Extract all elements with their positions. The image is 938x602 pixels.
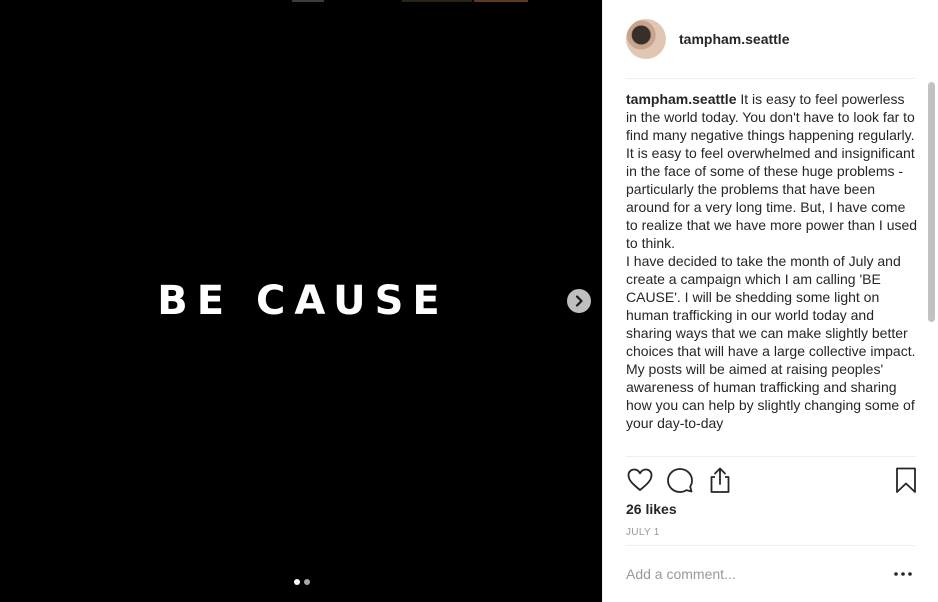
post-details-panel: tampham.seattle tampham.seattle It is ea… <box>602 0 938 602</box>
caption-paragraph-2: I have decided to take the month of July… <box>626 253 916 359</box>
ellipsis-icon <box>894 572 912 576</box>
like-button[interactable] <box>625 465 655 495</box>
comment-divider <box>626 545 916 546</box>
chevron-right-icon <box>575 295 583 307</box>
comment-input[interactable] <box>626 562 876 586</box>
comment-button[interactable] <box>665 465 695 495</box>
more-options-button[interactable] <box>893 566 913 582</box>
save-button[interactable] <box>891 465 921 495</box>
actions-divider <box>626 456 916 457</box>
avatar[interactable] <box>626 19 666 59</box>
like-count[interactable]: 26 likes <box>626 501 677 517</box>
header-username[interactable]: tampham.seattle <box>679 31 789 47</box>
heart-icon <box>627 468 653 491</box>
image-top-strip <box>0 0 602 2</box>
post-actions <box>617 463 917 497</box>
caption-paragraph-3: My posts will be aimed at raising people… <box>626 361 915 431</box>
carousel-dot-active <box>294 579 300 585</box>
caption-scroll-area[interactable]: tampham.seattle It is easy to feel power… <box>626 90 918 456</box>
caption-scrollbar[interactable] <box>927 80 937 456</box>
carousel-indicator <box>294 579 310 585</box>
slide-text: BE CAUSE <box>157 278 449 324</box>
carousel-dot <box>304 579 310 585</box>
scrollbar-thumb[interactable] <box>928 82 935 322</box>
speech-bubble-icon <box>667 468 693 493</box>
post-caption: tampham.seattle It is easy to feel power… <box>626 90 918 432</box>
header-divider <box>626 78 916 79</box>
caption-paragraph-1: It is easy to feel powerless in the worl… <box>626 91 918 251</box>
post-media[interactable]: BE CAUSE <box>0 0 602 602</box>
share-icon <box>710 467 730 493</box>
next-slide-button[interactable] <box>567 289 591 313</box>
share-button[interactable] <box>705 465 735 495</box>
bookmark-icon <box>896 467 916 493</box>
caption-username[interactable]: tampham.seattle <box>626 91 736 107</box>
post-header: tampham.seattle <box>603 0 938 78</box>
post-date: JULY 1 <box>626 527 660 538</box>
